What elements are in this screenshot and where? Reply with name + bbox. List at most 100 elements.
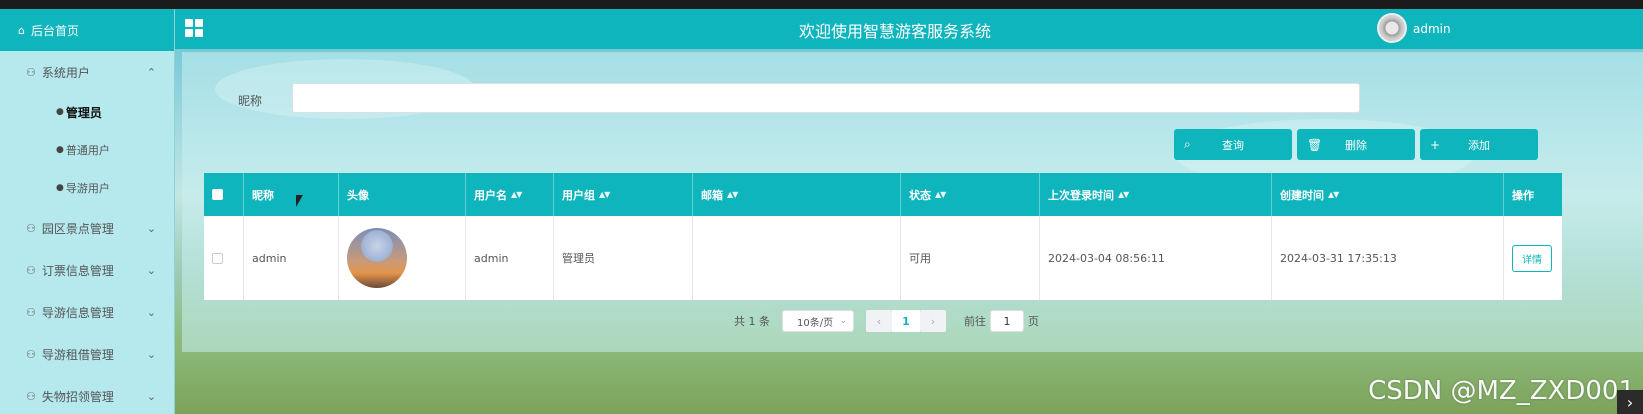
sidebar-item-label: 后台首页 (30, 23, 79, 38)
sidebar-menu-guide-info[interactable]: ⚇ 导游信息管理 ⌄ (0, 291, 174, 333)
delete-button[interactable]: 🗑 删除 (1297, 129, 1415, 160)
user-icon: ⚇ (26, 389, 36, 403)
home-icon: ⌂ (18, 23, 25, 37)
users-table: 昵称 头像 用户名 ▲▼ 用户组 ▲▼ 邮箱 ▲▼ 状态 ▲▼ 上次登录时间 ▲▼ 创建时… (204, 173, 1562, 300)
main-content: 昵称 ⌕ 查询 🗑 删除 + 添加 昵称 头像 用户名 ▲▼ 用户组 ▲▼ 邮箱 ▲▼ (175, 49, 1643, 414)
detail-button[interactable]: 详情 (1512, 244, 1552, 272)
location-pin-icon: ● (56, 145, 64, 155)
sort-icon[interactable]: ▲▼ (1328, 190, 1339, 199)
chevron-down-icon: ⌄ (146, 305, 156, 319)
watermark: CSDN @MZ_ZXD001 (1368, 376, 1635, 406)
pagination: 共 1 条 10条/页 ⌄ ‹ 1 › 前往 1 页 (734, 310, 1039, 332)
delete-button-label: 删除 (1345, 138, 1367, 152)
sidebar-item-home[interactable]: ⌂ 后台首页 (0, 9, 174, 51)
select-all-checkbox[interactable] (212, 189, 223, 200)
sidebar-item-label: 失物招领管理 (41, 389, 114, 404)
chevron-down-icon: ⌄ (146, 221, 156, 235)
query-button[interactable]: ⌕ 查询 (1174, 129, 1292, 160)
sort-icon[interactable]: ▲▼ (727, 190, 738, 199)
column-header-username[interactable]: 用户名 ▲▼ (466, 173, 554, 216)
plus-icon: + (1430, 137, 1441, 152)
sidebar-subitem-label: 导游用户 (65, 182, 110, 195)
select-all-checkbox-cell[interactable] (204, 173, 244, 216)
sidebar-menu-system-users[interactable]: ⚇ 系统用户 ⌃ (0, 51, 174, 93)
cell-username: admin (466, 216, 554, 300)
sidebar-subitem-label: 管理员 (65, 105, 102, 120)
column-header-actions: 操作 (1504, 173, 1562, 216)
search-icon: ⌕ (1184, 137, 1191, 151)
goto-suffix: 页 (1028, 315, 1039, 328)
cell-group: 管理员 (554, 216, 693, 300)
user-icon: ⚇ (26, 347, 36, 361)
user-icon: ⚇ (26, 221, 36, 235)
chevron-down-icon: ⌄ (146, 263, 156, 277)
goto-page-input[interactable]: 1 (990, 310, 1024, 332)
row-checkbox-cell[interactable] (204, 216, 244, 300)
user-avatar[interactable] (1377, 13, 1407, 43)
pagination-total: 共 1 条 (734, 315, 770, 328)
cell-status: 可用 (901, 216, 1040, 300)
sidebar-subitem-guide-users[interactable]: ● 导游用户 (0, 169, 174, 207)
window-top-strip (0, 0, 1643, 9)
sidebar-menu-tickets[interactable]: ⚇ 订票信息管理 ⌄ (0, 249, 174, 291)
chevron-up-icon: ⌃ (146, 65, 156, 79)
column-header-label: 头像 (347, 188, 369, 202)
location-pin-icon: ● (56, 107, 64, 117)
search-label: 昵称 (238, 94, 263, 108)
add-button[interactable]: + 添加 (1420, 129, 1538, 160)
column-header-last-login[interactable]: 上次登录时间 ▲▼ (1040, 173, 1272, 216)
row-checkbox[interactable] (212, 252, 223, 264)
sidebar-subitem-label: 普通用户 (65, 144, 110, 157)
chevron-right-icon[interactable]: › (1617, 390, 1643, 414)
sidebar-menu-attractions[interactable]: ⚇ 园区景点管理 ⌄ (0, 207, 174, 249)
column-header-label: 用户组 (562, 188, 595, 202)
query-button-label: 查询 (1222, 138, 1244, 152)
table-row: admin admin 管理员 可用 2024-03-04 08:56:11 2… (204, 216, 1562, 300)
user-icon: ⚇ (26, 305, 36, 319)
content-panel: 昵称 ⌕ 查询 🗑 删除 + 添加 昵称 头像 用户名 ▲▼ 用户组 ▲▼ 邮箱 ▲▼ (182, 52, 1643, 352)
goto-prefix: 前往 (964, 315, 986, 328)
username-label[interactable]: admin (1413, 22, 1451, 36)
column-header-nickname: 昵称 (244, 173, 339, 216)
column-header-created[interactable]: 创建时间 ▲▼ (1272, 173, 1504, 216)
column-header-label: 上次登录时间 (1048, 188, 1114, 202)
user-icon: ⚇ (26, 263, 36, 277)
sidebar-item-label: 系统用户 (41, 65, 90, 80)
page-size-value: 10条/页 (797, 317, 834, 329)
add-button-label: 添加 (1468, 138, 1490, 152)
table-header-row: 昵称 头像 用户名 ▲▼ 用户组 ▲▼ 邮箱 ▲▼ 状态 ▲▼ 上次登录时间 ▲▼ 创建时… (204, 173, 1562, 216)
user-icon: ⚇ (26, 65, 36, 79)
chevron-down-icon: ⌄ (146, 389, 156, 403)
page-number-current[interactable]: 1 (892, 310, 920, 332)
cell-email (693, 216, 901, 300)
page-size-select[interactable]: 10条/页 ⌄ (782, 310, 854, 332)
sort-icon[interactable]: ▲▼ (511, 190, 522, 199)
chevron-right-icon: › (930, 314, 936, 328)
column-header-group[interactable]: 用户组 ▲▼ (554, 173, 693, 216)
sidebar-menu-lost-found[interactable]: ⚇ 失物招领管理 ⌄ (0, 375, 174, 414)
next-page-button[interactable]: › (920, 310, 946, 332)
column-header-label: 用户名 (474, 188, 507, 202)
sidebar: ⌂ 后台首页 ⚇ 系统用户 ⌃ ● 管理员 ● 普通用户 ● 导游用户 ⚇ 园区… (0, 9, 175, 414)
column-header-label: 操作 (1512, 188, 1534, 202)
column-header-status[interactable]: 状态 ▲▼ (901, 173, 1040, 216)
column-header-label: 昵称 (252, 188, 274, 202)
sidebar-item-label: 导游信息管理 (41, 305, 114, 320)
sidebar-subitem-normal-users[interactable]: ● 普通用户 (0, 131, 174, 169)
top-header: 欢迎使用智慧游客服务系统 admin (175, 9, 1643, 49)
sort-icon[interactable]: ▲▼ (1118, 190, 1129, 199)
nickname-search-input[interactable] (292, 83, 1360, 113)
cell-avatar (339, 216, 466, 300)
location-pin-icon: ● (56, 183, 64, 193)
sidebar-menu-guide-rental[interactable]: ⚇ 导游租借管理 ⌄ (0, 333, 174, 375)
sidebar-subitem-admin[interactable]: ● 管理员 (0, 93, 174, 131)
sidebar-item-label: 订票信息管理 (41, 263, 114, 278)
sort-icon[interactable]: ▲▼ (599, 190, 610, 199)
prev-page-button[interactable]: ‹ (866, 310, 892, 332)
trash-icon: 🗑 (1307, 137, 1323, 152)
chevron-down-icon: ⌄ (146, 347, 156, 361)
sort-icon[interactable]: ▲▼ (935, 190, 946, 199)
mouse-cursor-icon (296, 195, 303, 207)
column-header-email[interactable]: 邮箱 ▲▼ (693, 173, 901, 216)
cell-actions: 详情 (1504, 216, 1562, 300)
